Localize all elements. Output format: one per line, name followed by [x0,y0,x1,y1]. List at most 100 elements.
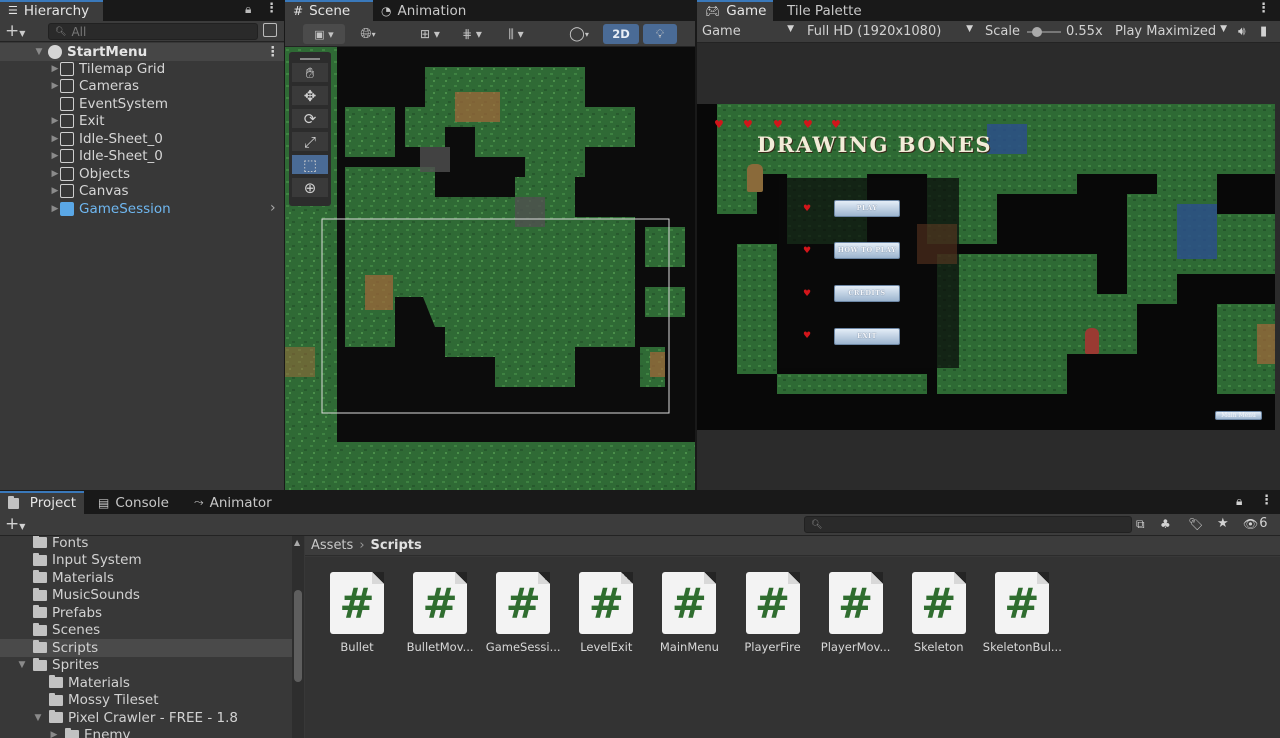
project-folder-item[interactable]: Prefabs [0,604,292,622]
scene-viewport[interactable]: ✋︎ ✥ ⟳ ⤢ ⬚ ⊕ [285,47,695,490]
tab-project[interactable]: Project [0,491,84,514]
lock-icon[interactable]: 🔒︎ [245,2,251,17]
credits-button[interactable]: CREDITS [834,285,900,302]
hierarchy-item[interactable]: ▶ Idle-Sheet_0 [0,130,284,148]
expand-arrow-icon[interactable]: ▶ [50,204,60,214]
kebab-menu-icon[interactable]: ⋮ [1260,493,1273,508]
tab-console[interactable]: ▤ Console [90,491,170,514]
scroll-up-icon[interactable]: ▲ [294,538,300,547]
search-by-type-icon[interactable] [263,23,277,37]
rect-tool-icon[interactable]: ⬚ [292,155,328,175]
play-button[interactable]: PLAY [834,200,900,217]
resolution-dropdown[interactable]: Full HD (1920x1080) ▼ [807,24,973,39]
expand-arrow-icon[interactable]: ▶ [50,64,60,74]
hierarchy-item[interactable]: ▶ Objects [0,165,284,183]
asset-item[interactable]: # Bullet [318,572,396,654]
lighting-toggle-icon[interactable]: 💡︎ [643,24,677,44]
project-folder-item[interactable]: MusicSounds [0,587,292,605]
project-folder-item[interactable]: ▶ Enemy [0,727,292,738]
main-menu-button[interactable]: Main Menu [1215,411,1262,420]
project-folder-item[interactable]: ▼ Sprites [0,657,292,675]
breadcrumb-scripts[interactable]: Scripts [371,538,422,553]
tab-animator[interactable]: ⤳ Animator [186,491,272,514]
expand-arrow-icon[interactable]: ▶ [50,134,60,144]
expand-arrow-icon[interactable]: ▼ [17,660,27,670]
project-folder-item[interactable]: Fonts [0,536,292,552]
rotate-tool-icon[interactable]: ⟳ [292,109,328,129]
expand-arrow-icon[interactable]: ▼ [33,713,43,723]
search-input[interactable]: 🔍︎ All [48,23,258,40]
search-options-icon[interactable]: ⧉ [1136,517,1145,532]
exit-button[interactable]: EXIT [834,328,900,345]
game-view[interactable]: ♥ ♥ ♥ ♥ ♥ DRAWING BONES ♥ ♥ ♥ ♥ PLAY HOW… [697,104,1275,430]
expand-arrow-icon[interactable]: ▶ [50,151,60,161]
grid-snap-icon[interactable]: ⋕ ▾ [453,24,491,44]
expand-arrow-icon[interactable]: ▶ [50,81,60,91]
filter-by-label-icon[interactable]: 🏷︎ [1188,517,1203,531]
asset-item[interactable]: # Skeleton [900,572,978,654]
hierarchy-item[interactable]: EventSystem [0,95,284,113]
filter-by-type-icon[interactable]: ♣ [1160,517,1171,531]
tab-tile-palette[interactable]: Tile Palette [779,0,869,21]
hierarchy-item[interactable]: ▶ Idle-Sheet_0 [0,148,284,166]
hierarchy-item[interactable]: ▶ GameSession [0,200,284,218]
project-folder-item[interactable]: ▼ Pixel Crawler - FREE - 1.8 [0,709,292,727]
tab-animation[interactable]: ◔ Animation [373,0,485,21]
globe-icon[interactable]: 🌐︎ ▾ [349,24,387,44]
hierarchy-item[interactable]: ▶ Cameras [0,78,284,96]
asset-item[interactable]: # MainMenu [650,572,728,654]
scale-slider[interactable] [1027,27,1061,37]
project-folder-item[interactable]: Scripts [0,639,292,657]
chevron-right-icon[interactable]: › [270,200,276,216]
scale-slider-knob[interactable] [1032,27,1043,37]
project-folder-item[interactable]: Input System [0,552,292,570]
tab-game[interactable]: 🎮︎ Game [697,0,773,21]
project-folder-item[interactable]: Materials [0,569,292,587]
expand-arrow-icon[interactable]: ▼ [34,47,44,57]
expand-arrow-icon[interactable]: ▶ [50,116,60,126]
how-to-play-button[interactable]: HOW TO PLAY [834,242,900,259]
increment-snap-icon[interactable]: ⫼ ▾ [495,24,537,44]
scale-tool-icon[interactable]: ⤢ [292,132,328,152]
tab-hierarchy[interactable]: ☰ Hierarchy [0,0,103,21]
toggle-2d-button[interactable]: 2D [603,24,639,44]
kebab-menu-icon[interactable]: ⋮ [265,1,278,16]
expand-arrow-icon[interactable]: ▶ [49,730,59,738]
hand-tool-icon[interactable]: ✋︎ [292,63,328,83]
hierarchy-item[interactable]: ▶ Tilemap Grid [0,60,284,78]
create-button[interactable]: +▼ [5,514,25,537]
scene-menu-icon[interactable]: ⋮ [266,44,280,60]
project-search-input[interactable]: 🔍︎ [804,516,1132,533]
hierarchy-item[interactable]: ▶ Exit [0,113,284,131]
scene-row[interactable]: ▼ StartMenu ⋮ [0,43,284,61]
asset-item[interactable]: # PlayerMov... [817,572,895,654]
breadcrumb-assets[interactable]: Assets [311,538,353,553]
project-folder-item[interactable]: Materials [0,674,292,692]
snap-icon[interactable]: ⊞ ▾ [411,24,449,44]
move-tool-icon[interactable]: ✥ [292,86,328,106]
speaker-icon[interactable]: 🔊︎ [1238,24,1246,39]
add-button[interactable]: +▼ [5,21,25,44]
asset-item[interactable]: # PlayerFire [734,572,812,654]
tab-scene[interactable]: # Scene [285,0,373,21]
asset-item[interactable]: # GameSessi... [484,572,562,654]
play-mode-dropdown[interactable]: Play Maximized ▼ [1115,24,1227,39]
hidden-packages-toggle[interactable]: 👁︎ 6 [1243,516,1268,531]
project-folder-item[interactable]: Mossy Tileset [0,692,292,710]
expand-arrow-icon[interactable]: ▶ [50,186,60,196]
expand-arrow-icon[interactable]: ▶ [50,169,60,179]
lock-icon[interactable]: 🔒︎ [1236,494,1242,509]
favorites-icon[interactable]: ★ [1217,516,1229,531]
stats-icon[interactable]: ▮ [1260,24,1267,39]
project-folder-item[interactable]: Scenes [0,622,292,640]
gizmo-icon[interactable]: ◯ ▾ [559,24,599,44]
asset-item[interactable]: # LevelExit [567,572,645,654]
scroll-thumb[interactable] [294,590,302,682]
draw-mode-button[interactable]: ▣ ▾ [303,24,345,44]
kebab-menu-icon[interactable]: ⋮ [1257,1,1270,16]
hierarchy-item[interactable]: ▶ Canvas [0,183,284,201]
asset-item[interactable]: # SkeletonBul... [983,572,1061,654]
tree-scrollbar[interactable]: ▲ [292,536,304,738]
asset-item[interactable]: # BulletMov... [401,572,479,654]
display-dropdown[interactable]: Game ▼ [702,24,794,39]
